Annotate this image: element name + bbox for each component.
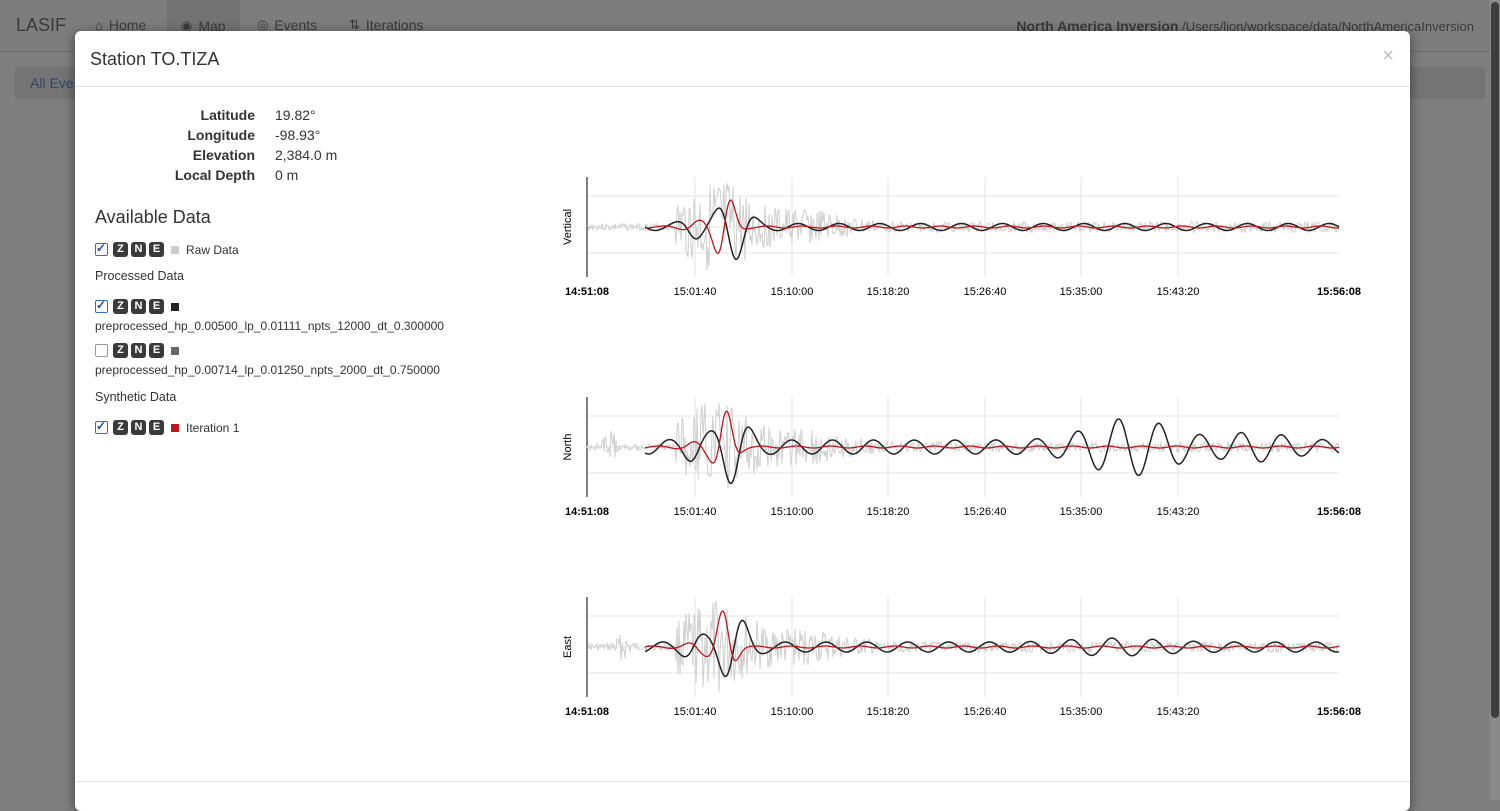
processed-1-color-swatch (171, 302, 179, 311)
station-modal: Station TO.TIZA × Latitude 19.82° Longit… (75, 31, 1410, 811)
raw-data-row: Z N E Raw Data (95, 241, 239, 258)
station-info: Latitude 19.82° Longitude -98.93° Elevat… (75, 107, 337, 187)
synthetic-data-title: Synthetic Data (95, 390, 177, 404)
synthetic-row-1: Z N E Iteration 1 (95, 419, 239, 436)
raw-data-label: Raw Data (186, 242, 239, 257)
x-end-label: 15:56:08 (1317, 286, 1361, 298)
processed-2-checkbox[interactable] (95, 344, 108, 357)
waveform-plot-north[interactable]: North 14:51:08 15:01:40 15:10:00 15:18:20 15:… (555, 391, 1375, 531)
breadcrumb-all-events[interactable]: All Eve (30, 75, 74, 91)
synthetic-1-checkbox[interactable] (95, 419, 108, 434)
x-tick-label: 15:10:00 (771, 286, 814, 298)
component-n-button[interactable]: N (131, 299, 146, 314)
processed-row-1: Z N E preprocessed_hp_0.00500_lp_0.01111… (95, 298, 444, 333)
x-tick-label: 15:43:20 (1157, 286, 1200, 298)
x-tick-label: 15:26:40 (964, 506, 1007, 518)
raw-data-checkbox[interactable] (95, 241, 108, 256)
brand-logo[interactable]: LASIF (16, 15, 66, 36)
component-n-button[interactable]: N (131, 242, 146, 257)
processed-1-name: preprocessed_hp_0.00500_lp_0.01111_npts_… (95, 319, 444, 333)
processed-data-title: Processed Data (95, 269, 184, 283)
processed-1-checkbox[interactable] (95, 298, 108, 313)
component-e-button[interactable]: E (149, 242, 164, 257)
synthetic-1-label: Iteration 1 (186, 420, 240, 435)
info-elevation: Elevation 2,384.0 m (192, 147, 338, 163)
x-tick-label: 15:35:00 (1060, 706, 1103, 718)
waveform-plot-vertical[interactable]: Vertical 14:51:08 15:01:40 15:10:00 15:18:20… (555, 171, 1375, 311)
modal-title: Station TO.TIZA (90, 49, 220, 69)
x-tick-label: 15:10:00 (771, 506, 814, 518)
x-tick-label: 15:26:40 (964, 706, 1007, 718)
y-axis-label: Vertical (562, 209, 574, 245)
x-tick-label: 15:01:40 (674, 506, 717, 518)
component-e-button[interactable]: E (149, 343, 164, 358)
info-longitude: Longitude -98.93° (187, 127, 321, 143)
available-data-title: Available Data (95, 207, 211, 227)
scrollbar-thumb[interactable] (1491, 2, 1499, 718)
processed-data-trace (644, 418, 1340, 485)
x-start-label: 14:51:08 (565, 286, 609, 298)
x-tick-label: 15:43:20 (1157, 506, 1200, 518)
info-local-depth: Local Depth 0 m (174, 167, 299, 183)
x-tick-label: 15:18:20 (867, 506, 910, 518)
info-latitude: Latitude 19.82° (200, 107, 316, 123)
close-icon[interactable]: × (1382, 45, 1394, 68)
modal-footer-divider (75, 781, 1410, 782)
x-tick-label: 15:10:00 (771, 706, 814, 718)
scroll-track[interactable] (1490, 0, 1500, 800)
component-z-button[interactable]: Z (113, 420, 128, 435)
component-n-button[interactable]: N (131, 343, 146, 358)
waveform-plot-east[interactable]: East 14:51:08 15:01:40 15:10:00 15:18:20 15:2… (555, 591, 1375, 731)
raw-color-swatch (171, 245, 179, 254)
processed-2-color-swatch (171, 346, 179, 355)
component-z-button[interactable]: Z (113, 299, 128, 314)
x-tick-label: 15:01:40 (674, 706, 717, 718)
x-start-label: 14:51:08 (565, 506, 609, 518)
component-e-button[interactable]: E (149, 420, 164, 435)
y-axis-label: East (562, 636, 574, 658)
x-tick-label: 15:18:20 (867, 706, 910, 718)
x-tick-label: 15:35:00 (1060, 506, 1103, 518)
modal-header: Station TO.TIZA × (75, 31, 1410, 87)
x-tick-label: 15:01:40 (674, 286, 717, 298)
x-tick-label: 15:35:00 (1060, 286, 1103, 298)
x-tick-label: 15:43:20 (1157, 706, 1200, 718)
processed-2-name: preprocessed_hp_0.00714_lp_0.01250_npts_… (95, 363, 440, 377)
component-e-button[interactable]: E (149, 299, 164, 314)
x-end-label: 15:56:08 (1317, 506, 1361, 518)
x-tick-label: 15:18:20 (867, 286, 910, 298)
component-n-button[interactable]: N (131, 420, 146, 435)
component-z-button[interactable]: Z (113, 343, 128, 358)
synthetic-data-trace (644, 410, 1340, 464)
x-tick-label: 15:26:40 (964, 286, 1007, 298)
x-end-label: 15:56:08 (1317, 706, 1361, 718)
component-z-button[interactable]: Z (113, 242, 128, 257)
y-axis-label: North (562, 434, 574, 461)
synthetic-1-color-swatch (171, 423, 179, 432)
x-start-label: 14:51:08 (565, 706, 609, 718)
processed-row-2: Z N E preprocessed_hp_0.00714_lp_0.01250… (95, 342, 440, 377)
